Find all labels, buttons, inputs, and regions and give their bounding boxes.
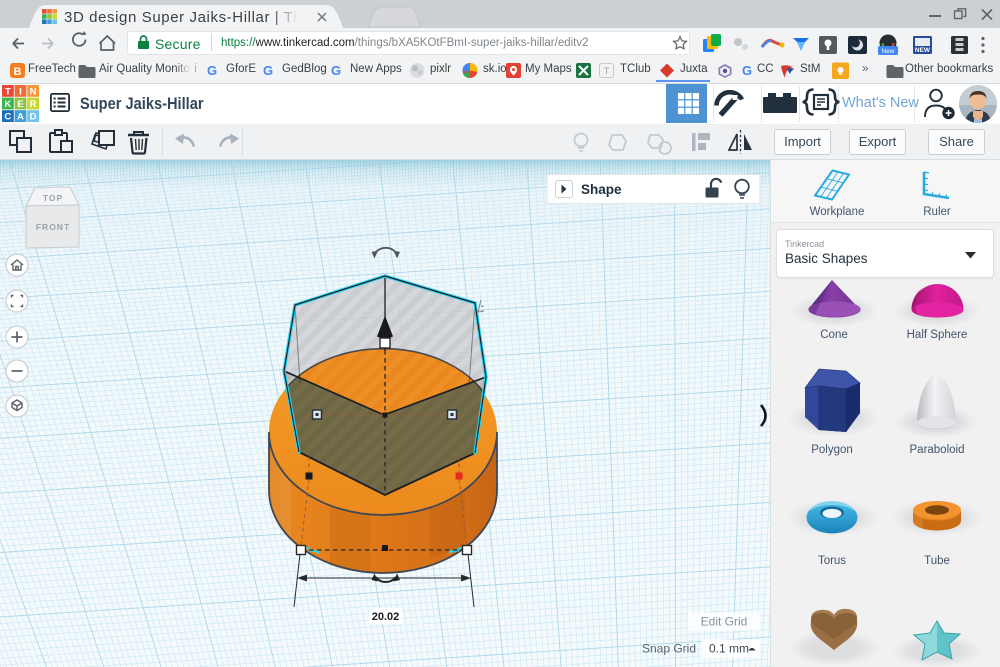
svg-text:I: I bbox=[19, 86, 22, 97]
svg-text:C: C bbox=[4, 112, 11, 122]
svg-text:K: K bbox=[4, 99, 11, 110]
svg-text:E: E bbox=[17, 99, 24, 110]
svg-text:FRONT: FRONT bbox=[36, 222, 70, 232]
svg-text:Paraboloid: Paraboloid bbox=[910, 444, 965, 456]
svg-text:Cone: Cone bbox=[820, 329, 848, 341]
svg-text:G: G bbox=[207, 63, 217, 78]
svg-text:G: G bbox=[331, 63, 341, 78]
svg-text:G: G bbox=[263, 63, 273, 78]
svg-text:What's New: What's New bbox=[842, 95, 919, 111]
svg-text:Half Sphere: Half Sphere bbox=[907, 329, 968, 341]
svg-text:Snap Grid: Snap Grid bbox=[642, 642, 696, 656]
svg-text:New: New bbox=[881, 48, 894, 55]
svg-text:Polygon: Polygon bbox=[811, 444, 853, 456]
svg-text:Tube: Tube bbox=[924, 555, 950, 567]
svg-text:A: A bbox=[17, 112, 24, 122]
svg-text:N: N bbox=[30, 86, 37, 97]
svg-text:D: D bbox=[30, 112, 37, 122]
svg-text:T: T bbox=[604, 66, 610, 76]
svg-text:0.1 mm: 0.1 mm bbox=[709, 642, 749, 656]
svg-text:NEW: NEW bbox=[915, 47, 931, 54]
svg-text:Shape: Shape bbox=[581, 182, 622, 197]
svg-text:G: G bbox=[742, 63, 752, 78]
svg-text:TOP: TOP bbox=[43, 193, 63, 203]
svg-text:20.02: 20.02 bbox=[372, 611, 400, 623]
svg-text:Torus: Torus bbox=[818, 555, 846, 567]
svg-text:R: R bbox=[30, 99, 37, 110]
svg-text:Edit Grid: Edit Grid bbox=[701, 615, 748, 629]
svg-text:T: T bbox=[5, 86, 11, 97]
svg-text:B: B bbox=[14, 66, 22, 78]
